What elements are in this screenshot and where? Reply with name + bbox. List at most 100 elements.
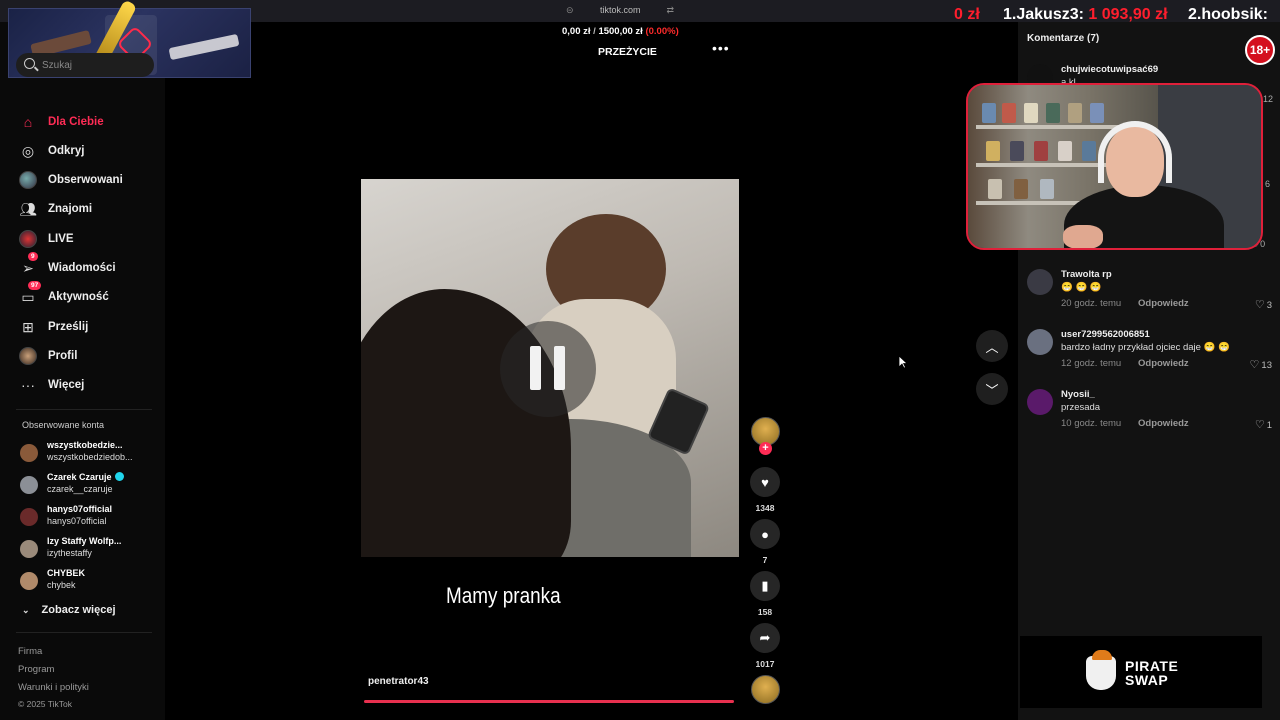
nav-following[interactable]: Obserwowani: [18, 169, 163, 191]
search-box[interactable]: [16, 53, 154, 77]
chevron-down-icon: ⌄: [22, 605, 30, 615]
friends-icon: 👥︎: [19, 200, 37, 217]
nav-activity[interactable]: ▭ 97 Aktywność: [18, 281, 163, 308]
share-arrow-icon: ➦: [759, 630, 771, 645]
compass-icon: ◎: [21, 142, 35, 159]
pause-icon[interactable]: [500, 321, 596, 417]
avatar: [20, 444, 38, 462]
chevron-up-icon: ︿: [985, 339, 999, 355]
save-count: 158: [757, 607, 773, 617]
avatar: [20, 540, 38, 558]
heart-icon: ♥: [761, 474, 769, 490]
rank1-value: 1 093,90 zł: [1088, 6, 1168, 23]
link-icon: ⊝: [566, 5, 574, 15]
footer-link-program[interactable]: Program: [18, 664, 54, 675]
divider: [16, 409, 152, 410]
age-restriction-badge: 18+: [1245, 35, 1275, 65]
reply-button[interactable]: Odpowiedz: [1138, 358, 1189, 369]
search-icon: [24, 58, 35, 69]
comment-item: user7299562006851 bardzo ładny przykład …: [1027, 329, 1272, 381]
video-author[interactable]: penetrator43: [368, 676, 429, 687]
profile-avatar-icon: [18, 346, 38, 366]
reply-button[interactable]: Odpowiedz: [1138, 298, 1189, 309]
avatar: [20, 476, 38, 494]
nav-friends[interactable]: 👥︎ Znajomi: [18, 198, 163, 220]
activity-badge: 97: [28, 281, 42, 290]
followed-account[interactable]: wszystkobedzie... wszystkobedziedob...: [20, 440, 160, 468]
tune-icon: ⇄: [666, 5, 675, 15]
heart-outline-icon: ♡: [1254, 419, 1265, 431]
more-options-icon[interactable]: •••: [712, 40, 730, 56]
verified-badge-icon: [114, 472, 124, 481]
chevron-down-icon: ﹀: [985, 382, 999, 398]
nav-for-you[interactable]: ⌂ Dla Ciebie: [18, 111, 163, 133]
next-video-button[interactable]: ﹀: [976, 373, 1008, 405]
following-avatar-icon: [18, 170, 38, 190]
comments-header: Komentarze (7): [1027, 33, 1100, 44]
followed-account[interactable]: hanys07official hanys07official: [20, 504, 160, 532]
url-bar[interactable]: ⊝ tiktok.com ⇄: [566, 5, 677, 16]
comment-like-count: 12: [1263, 94, 1274, 104]
sound-disc-icon[interactable]: [751, 675, 780, 704]
comment-item: Trawolta rp 😁 😁 😁 20 godz. temu Odpowied…: [1027, 269, 1272, 321]
comment-count: 7: [762, 555, 768, 565]
nav-upload[interactable]: ⊞ Prześlij: [18, 316, 163, 338]
search-input[interactable]: [42, 57, 152, 73]
avatar[interactable]: [1027, 269, 1053, 295]
avatar[interactable]: [1027, 329, 1053, 355]
comment-like-button[interactable]: ♡ 13: [1250, 358, 1272, 371]
messages-badge: 9: [28, 252, 38, 261]
comment-like-button[interactable]: ♡ 1: [1255, 418, 1272, 431]
heart-outline-icon: ♡: [1254, 299, 1265, 311]
footer-link-terms[interactable]: Warunki i polityki: [18, 682, 89, 693]
streamer-webcam: [966, 83, 1263, 250]
upload-icon: ⊞: [22, 318, 34, 335]
nav-messages[interactable]: ➢ 9 Wiadomości: [18, 252, 163, 279]
followed-account[interactable]: Czarek Czaruje czarek__czaruje: [20, 472, 160, 500]
video-progress-bar[interactable]: [364, 700, 734, 703]
stream-rank-clipped: 0 zł: [954, 6, 980, 23]
screen: ⊝ tiktok.com ⇄ 0 zł 1.Jakusz3: 1 093,90 zł…: [0, 0, 1280, 720]
follow-plus-icon[interactable]: +: [759, 442, 772, 455]
goal-progress-text: 0,00 zł / 1500,00 zł (0.00%): [562, 26, 679, 37]
video-caption: Mamy pranka: [446, 583, 561, 608]
like-count: 1348: [755, 503, 775, 513]
pirate-logo-icon: [1086, 656, 1116, 690]
save-button[interactable]: ▮: [750, 571, 780, 601]
activity-icon: ▭ 97: [18, 281, 42, 307]
nav-more[interactable]: ··· Więcej: [18, 374, 163, 396]
footer-link-company[interactable]: Firma: [18, 646, 42, 657]
comment-item: Nyosii_ przesada 10 godz. temu Odpowiedz…: [1027, 389, 1272, 441]
avatar[interactable]: [1027, 389, 1053, 415]
divider: [16, 632, 152, 633]
like-button[interactable]: ♥: [750, 467, 780, 497]
followed-account[interactable]: CHYBEK chybek: [20, 568, 160, 596]
bookmark-icon: ▮: [761, 578, 769, 593]
nav-live[interactable]: LIVE: [18, 228, 163, 250]
home-icon: ⌂: [23, 114, 33, 130]
pirate-swap-ad[interactable]: PIRATE SWAP: [1020, 636, 1262, 708]
avatar: [20, 572, 38, 590]
comment-icon: ●: [761, 526, 769, 542]
comment-button[interactable]: ●: [750, 519, 780, 549]
copyright: © 2025 TikTok: [18, 699, 72, 709]
see-more-link[interactable]: ⌄ Zobacz więcej: [22, 604, 116, 616]
share-count: 1017: [755, 659, 775, 669]
share-button[interactable]: ➦: [750, 623, 780, 653]
avatar: [20, 508, 38, 526]
sniper-skin-image: [168, 33, 240, 61]
stream-event-title: PRZEŻYCIE: [598, 46, 657, 58]
nav-explore[interactable]: ◎ Odkryj: [18, 140, 163, 162]
url-text: tiktok.com: [600, 5, 641, 15]
followed-account[interactable]: Izy Staffy Wolfp... izythestaffy: [20, 536, 160, 564]
live-icon: [18, 229, 38, 249]
heart-outline-icon: ♡: [1249, 359, 1260, 371]
comment-like-count: 6: [1265, 179, 1271, 189]
comment-like-button[interactable]: ♡ 3: [1255, 298, 1272, 311]
messages-icon: ➢ 9: [18, 252, 38, 278]
reply-button[interactable]: Odpowiedz: [1138, 418, 1189, 429]
previous-video-button[interactable]: ︿: [976, 330, 1008, 362]
followed-accounts-header: Obserwowane konta: [22, 420, 105, 430]
rank1-name: 1.Jakusz3:: [1003, 6, 1084, 23]
nav-profile[interactable]: Profil: [18, 345, 163, 367]
